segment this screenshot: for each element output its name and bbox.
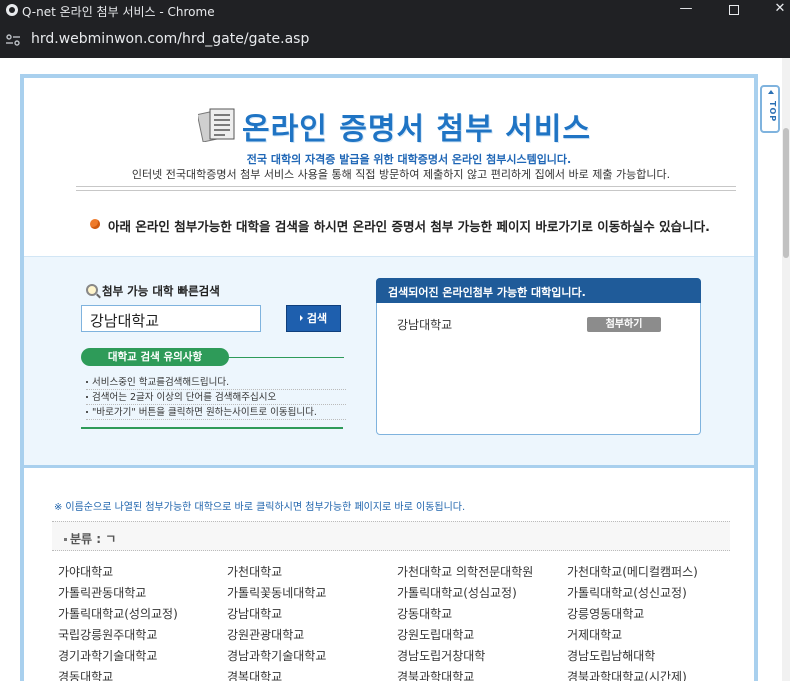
list-note-text: 이름순으로 나열된 첨부가능한 대학으로 바로 클릭하시면 첨부가능한 페이지로… xyxy=(65,502,466,513)
page-subtitle: 전국 대학의 자격증 발급을 위한 대학증명서 온라인 첨부시스템입니다. xyxy=(246,153,572,166)
divider xyxy=(81,427,343,429)
page-header: 온라인 증명서 첨부 서비스 전국 대학의 자격증 발급을 위한 대학증명서 온… xyxy=(24,78,754,256)
university-link[interactable]: 강원관광대학교 xyxy=(227,626,304,643)
qnet-favicon-icon xyxy=(6,4,18,16)
close-button[interactable]: ✕ xyxy=(760,0,790,22)
university-link[interactable]: 경동대학교 xyxy=(58,668,113,681)
attach-button[interactable]: 첨부하기 xyxy=(587,317,661,332)
university-link[interactable]: 가톨릭꽃동네대학교 xyxy=(227,584,326,601)
search-button-label: 검색 xyxy=(306,312,328,325)
browser-title-bar: Q-net 온라인 첨부 서비스 - Chrome — ✕ xyxy=(0,0,790,22)
university-link[interactable]: 가톨릭대학교(성의교정) xyxy=(58,605,178,622)
search-result-title: 검색되어진 온라인첨부 가능한 대학입니다. xyxy=(376,278,701,303)
university-link[interactable]: 강동대학교 xyxy=(397,605,452,622)
search-caution-list: 서비스중인 학교를검색해드립니다. 검색어는 2글자 이상의 단어를 검색해주십… xyxy=(86,375,346,420)
university-link[interactable]: 경남과학기술대학교 xyxy=(227,647,326,664)
university-link[interactable]: 강원도립대학교 xyxy=(397,626,474,643)
page-description: 인터넷 전국대학증명서 첨부 서비스 사용을 통해 직접 방문하여 제출하지 않… xyxy=(131,168,671,181)
address-bar: hrd.webminwon.com/hrd_gate/gate.asp xyxy=(0,22,790,58)
scroll-top-label: TOP xyxy=(768,101,777,123)
bullet-dot-icon xyxy=(90,219,100,229)
divider xyxy=(224,357,344,358)
university-link[interactable]: 경복대학교 xyxy=(227,668,282,681)
url-field[interactable]: hrd.webminwon.com/hrd_gate/gate.asp xyxy=(31,31,309,47)
arrow-up-icon xyxy=(768,90,774,94)
caution-item: "바로가기" 버튼을 클릭하면 원하는사이트로 이동됩니다. xyxy=(86,405,346,420)
university-link[interactable]: 가천대학교 xyxy=(227,563,282,580)
university-search-input[interactable]: 강남대학교 xyxy=(81,305,261,332)
quick-search-title: 첨부 가능 대학 빠른검색 xyxy=(102,284,220,298)
university-link[interactable]: 경남도립남해대학 xyxy=(567,647,655,664)
page-viewport: 온라인 증명서 첨부 서비스 전국 대학의 자격증 발급을 위한 대학증명서 온… xyxy=(0,58,790,681)
list-note: ※ 이름순으로 나열된 첨부가능한 대학으로 바로 클릭하시면 첨부가능한 페이지… xyxy=(54,498,465,513)
magnifier-icon xyxy=(86,284,98,296)
university-link[interactable]: 가천대학교(메디컬캠퍼스) xyxy=(567,563,698,580)
divider xyxy=(76,186,736,187)
result-university-name: 강남대학교 xyxy=(397,318,453,332)
scrollbar-thumb[interactable] xyxy=(783,128,789,258)
search-button[interactable]: 검색 xyxy=(286,305,341,332)
scrollbar[interactable] xyxy=(782,58,790,681)
caution-item: 검색어는 2글자 이상의 단어를 검색해주십시오 xyxy=(86,390,346,405)
window-title: Q-net 온라인 첨부 서비스 - Chrome xyxy=(22,5,215,19)
university-link[interactable]: 강남대학교 xyxy=(227,605,282,622)
document-icon xyxy=(198,108,235,142)
bullet-square-icon xyxy=(64,538,67,541)
university-link[interactable]: 경북과학대학교(시간제) xyxy=(567,668,687,681)
university-link[interactable]: 가톨릭대학교(성신교정) xyxy=(567,584,687,601)
university-link[interactable]: 경북과학대학교 xyxy=(397,668,474,681)
category-label: 분류 : ㄱ xyxy=(70,532,117,546)
search-notice: 아래 온라인 첨부가능한 대학을 검색을 하시면 온라인 증명서 첨부 가능한 … xyxy=(108,219,710,234)
university-link[interactable]: 가톨릭대학교(성심교정) xyxy=(397,584,517,601)
university-link[interactable]: 가야대학교 xyxy=(58,563,113,580)
caution-item: 서비스중인 학교를검색해드립니다. xyxy=(86,375,346,390)
university-link[interactable]: 국립강릉원주대학교 xyxy=(58,626,157,643)
maximize-icon xyxy=(729,5,739,15)
maximize-button[interactable] xyxy=(714,0,754,22)
divider xyxy=(76,190,736,191)
search-result-panel: 검색되어진 온라인첨부 가능한 대학입니다. 강남대학교 첨부하기 xyxy=(376,278,701,435)
university-link[interactable]: 가천대학교 의학전문대학원 xyxy=(397,563,533,580)
university-link[interactable]: 경기과학기술대학교 xyxy=(58,647,157,664)
note-mark-icon: ※ xyxy=(54,502,63,513)
minimize-button[interactable]: — xyxy=(666,0,706,22)
university-link[interactable]: 거제대학교 xyxy=(567,626,622,643)
category-header: 분류 : ㄱ xyxy=(52,521,730,551)
arrow-right-icon xyxy=(299,315,303,321)
site-info-icon[interactable] xyxy=(4,32,22,48)
university-link[interactable]: 가톨릭관동대학교 xyxy=(58,584,146,601)
content-frame: 온라인 증명서 첨부 서비스 전국 대학의 자격증 발급을 위한 대학증명서 온… xyxy=(20,74,758,681)
university-link[interactable]: 경남도립거창대학 xyxy=(397,647,485,664)
page-title: 온라인 증명서 첨부 서비스 xyxy=(242,112,591,147)
scroll-top-button[interactable]: TOP xyxy=(760,85,780,133)
search-section: 첨부 가능 대학 빠른검색 강남대학교 검색 대학교 검색 유의사항 서비스중인… xyxy=(24,256,754,468)
search-caution-title: 대학교 검색 유의사항 xyxy=(81,348,229,366)
university-link[interactable]: 강릉영동대학교 xyxy=(567,605,644,622)
